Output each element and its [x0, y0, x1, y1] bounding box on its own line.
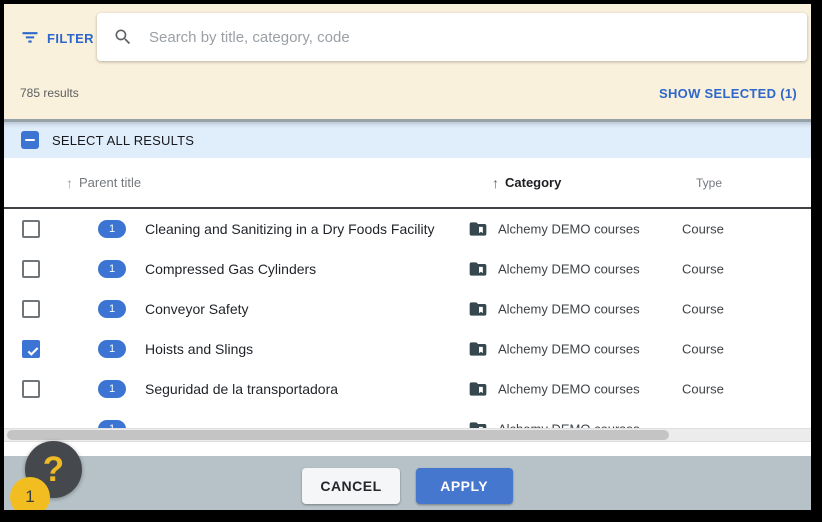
filter-icon	[20, 30, 40, 46]
table-header: ↑ Parent title ↑ Category Type	[4, 158, 811, 209]
column-header-category[interactable]: ↑ Category	[492, 175, 561, 191]
cancel-button[interactable]: CANCEL	[302, 468, 399, 504]
results-row: 785 results SHOW SELECTED (1)	[20, 84, 797, 102]
table-row[interactable]: 1 Cleaning and Sanitizing in a Dry Foods…	[4, 209, 811, 249]
row-title: Hoists and Slings	[145, 341, 253, 357]
row-checkbox[interactable]	[22, 220, 40, 238]
row-checkbox[interactable]	[22, 300, 40, 318]
count-badge: 1	[98, 260, 126, 278]
course-selection-dialog: FILTER 785 results SHOW SELECTED (1) SEL…	[4, 4, 811, 510]
select-all-checkbox[interactable]	[21, 131, 39, 149]
sort-asc-icon: ↑	[492, 175, 499, 191]
results-count: 785 results	[20, 86, 79, 100]
help-notification-badge[interactable]: 1	[10, 477, 50, 510]
row-category: Alchemy DEMO courses	[498, 382, 640, 397]
count-badge: 1	[98, 340, 126, 358]
category-folder-icon	[468, 259, 488, 279]
row-category: Alchemy DEMO courses	[498, 342, 640, 357]
search-input[interactable]	[147, 28, 791, 47]
search-icon	[113, 27, 133, 47]
horizontal-scrollbar-thumb[interactable]	[7, 430, 669, 440]
row-type: Course	[682, 382, 724, 397]
row-type: Course	[682, 302, 724, 317]
show-selected-link[interactable]: SHOW SELECTED (1)	[659, 86, 797, 101]
category-folder-icon	[468, 219, 488, 239]
table-row[interactable]: 1 Seguridad de la transportadora Alchemy…	[4, 369, 811, 409]
row-category: Alchemy DEMO courses	[498, 262, 640, 277]
filter-header: FILTER 785 results SHOW SELECTED (1)	[4, 4, 811, 119]
filter-button[interactable]: FILTER	[20, 28, 94, 48]
row-title: Compressed Gas Cylinders	[145, 261, 316, 277]
category-folder-icon	[468, 339, 488, 359]
row-title: Cleaning and Sanitizing in a Dry Foods F…	[145, 221, 434, 237]
horizontal-scrollbar[interactable]	[4, 428, 811, 442]
column-label: Type	[696, 176, 722, 190]
row-checkbox[interactable]	[22, 340, 40, 358]
row-title: Seguridad de la transportadora	[145, 381, 338, 397]
row-checkbox[interactable]	[22, 260, 40, 278]
category-folder-icon	[468, 379, 488, 399]
column-header-type: Type	[696, 176, 722, 190]
table-row[interactable]: 1 Compressed Gas Cylinders Alchemy DEMO …	[4, 249, 811, 289]
count-badge: 1	[98, 220, 126, 238]
table-rows: 1 Cleaning and Sanitizing in a Dry Foods…	[4, 209, 811, 449]
question-mark-icon: ?	[43, 450, 64, 490]
column-label: Category	[505, 175, 561, 190]
select-all-bar: SELECT ALL RESULTS	[4, 122, 811, 158]
row-category: Alchemy DEMO courses	[498, 222, 640, 237]
row-type: Course	[682, 262, 724, 277]
sort-asc-icon: ↑	[66, 175, 73, 191]
column-header-parent-title[interactable]: ↑ Parent title	[66, 175, 141, 191]
column-label: Parent title	[79, 175, 141, 190]
filter-button-label: FILTER	[47, 31, 94, 46]
apply-button[interactable]: APPLY	[416, 468, 513, 504]
table-row[interactable]: 1 Hoists and Slings Alchemy DEMO courses…	[4, 329, 811, 369]
search-box	[97, 13, 807, 61]
row-checkbox[interactable]	[22, 380, 40, 398]
count-badge: 1	[98, 300, 126, 318]
table-row[interactable]: 1 Conveyor Safety Alchemy DEMO courses C…	[4, 289, 811, 329]
count-badge: 1	[98, 380, 126, 398]
row-title: Conveyor Safety	[145, 301, 249, 317]
select-all-label: SELECT ALL RESULTS	[52, 133, 194, 148]
row-category: Alchemy DEMO courses	[498, 302, 640, 317]
category-folder-icon	[468, 299, 488, 319]
row-type: Course	[682, 222, 724, 237]
dialog-footer: CANCEL APPLY	[4, 456, 811, 510]
row-type: Course	[682, 342, 724, 357]
